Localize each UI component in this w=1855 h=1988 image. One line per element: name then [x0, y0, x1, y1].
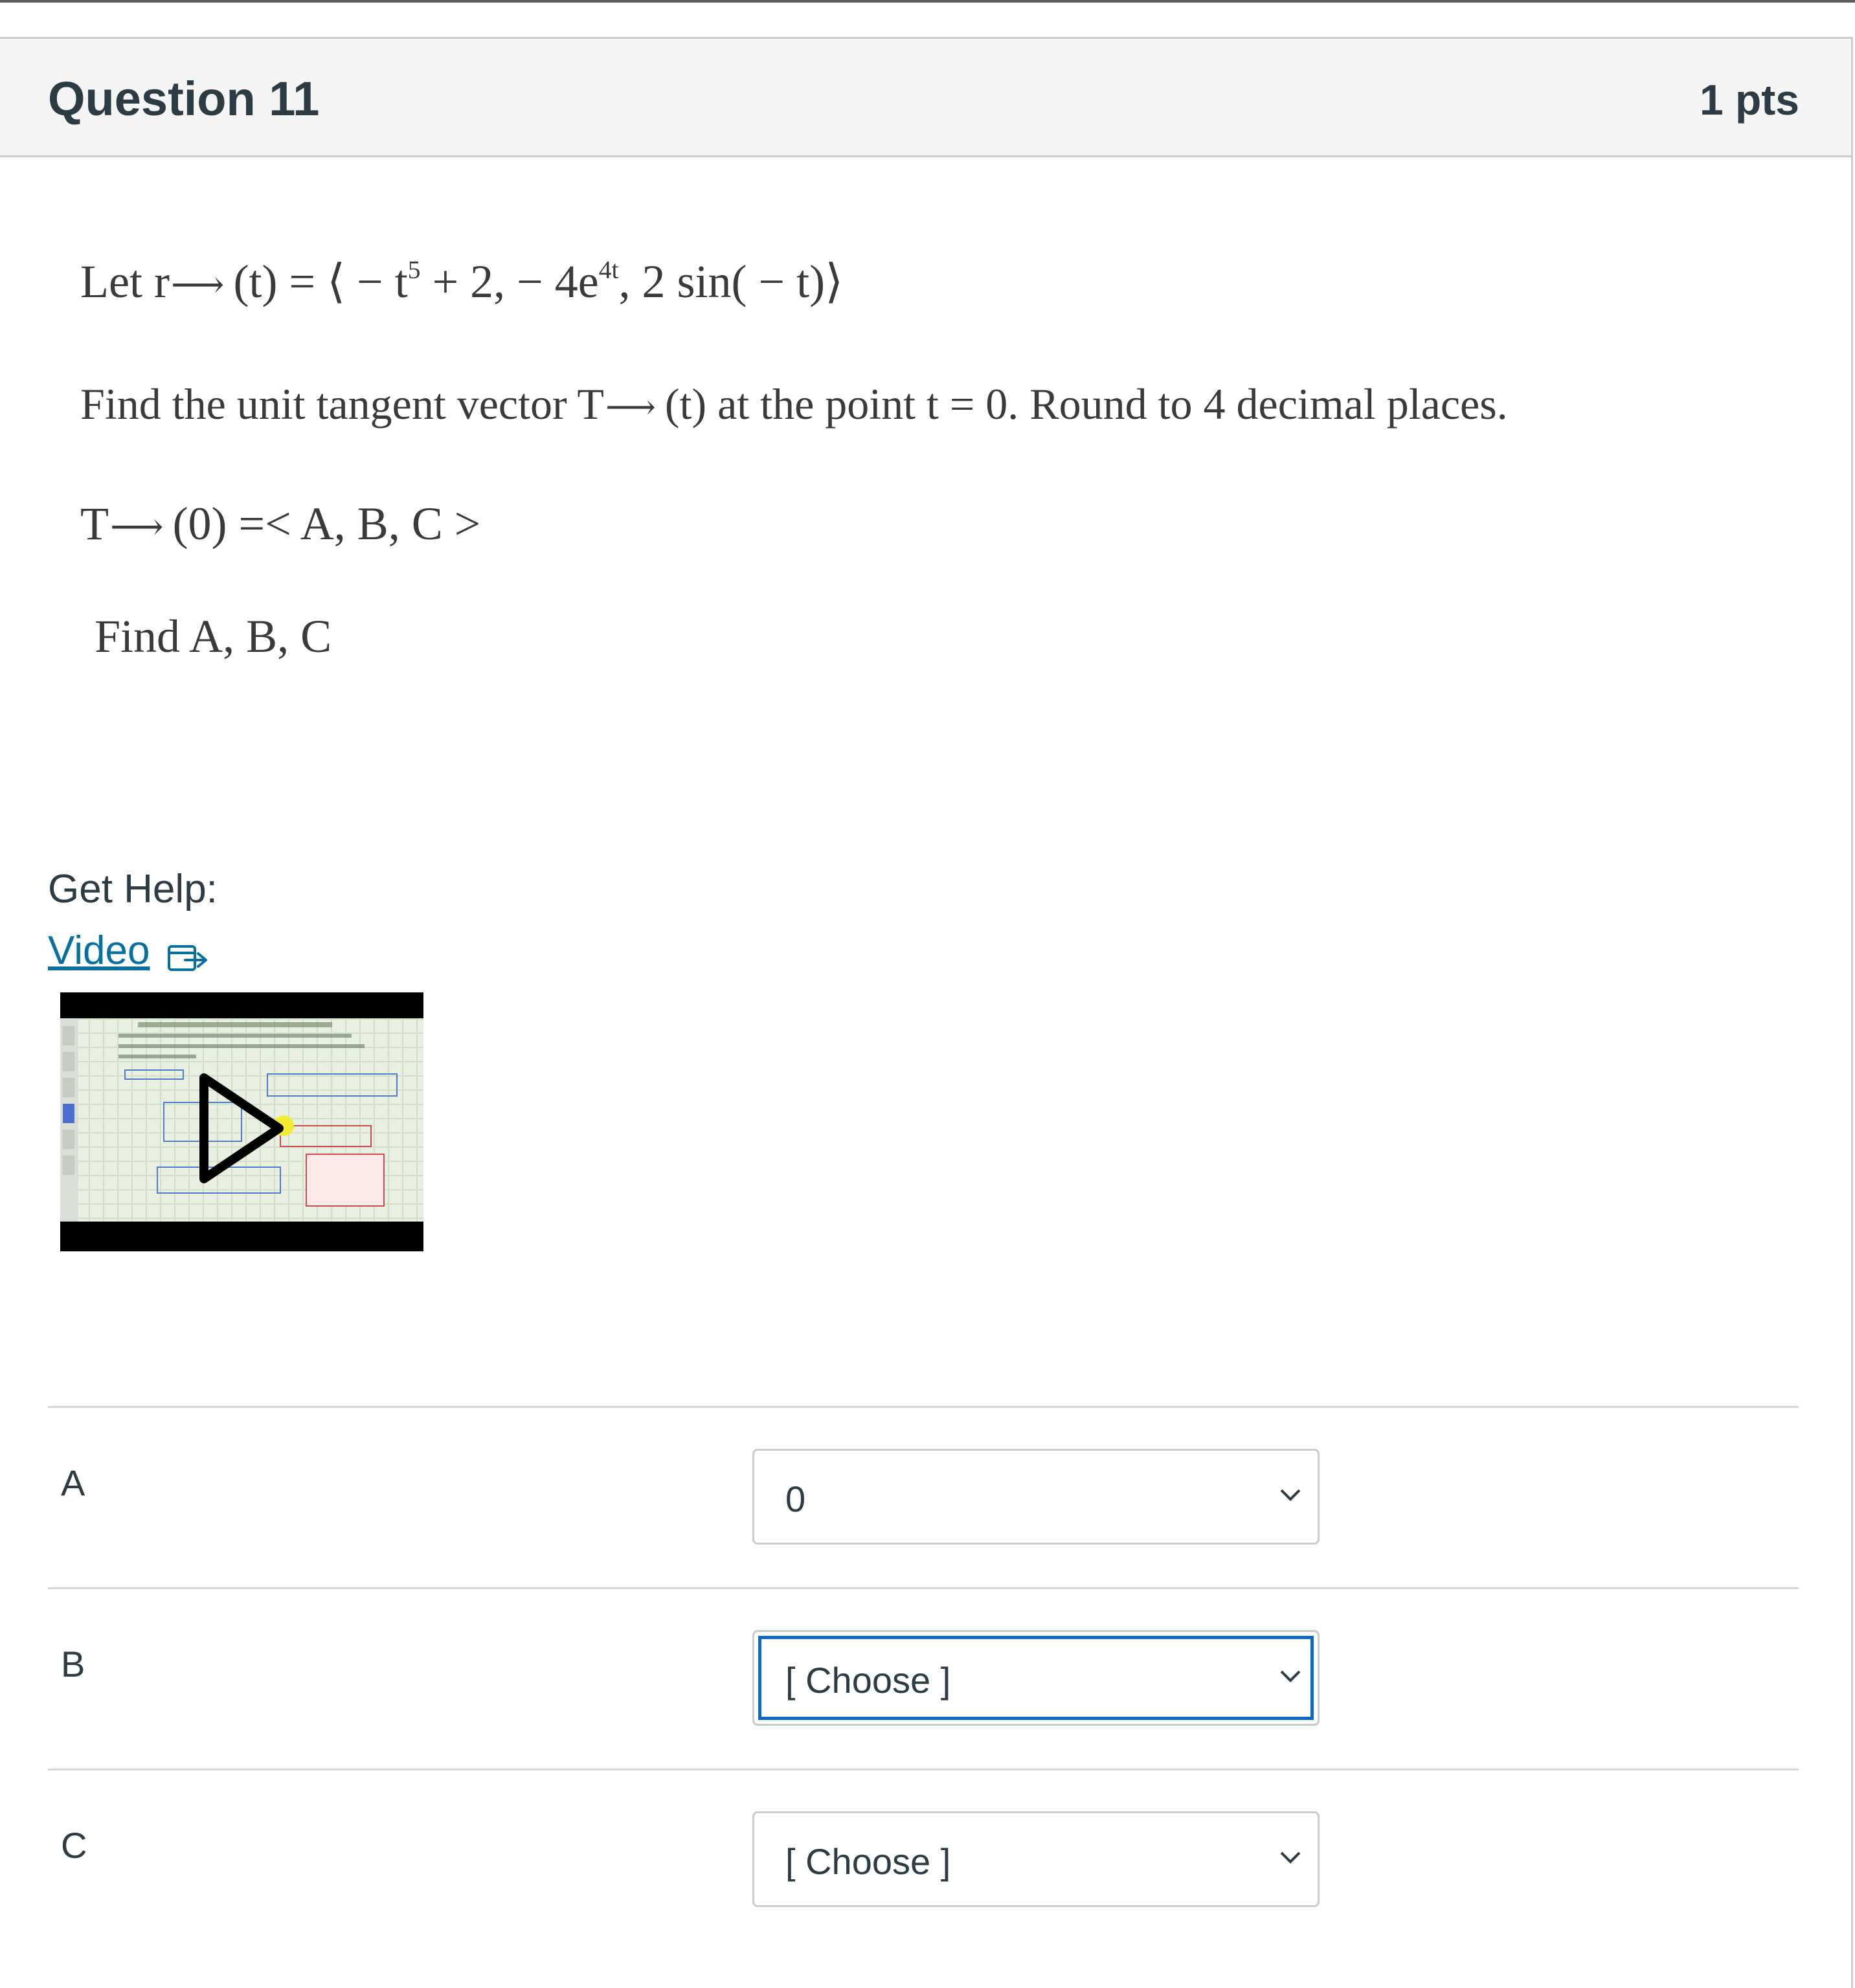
problem-instruction: Find the unit tangent vector T⟶ (t) at th…	[80, 379, 1508, 430]
selected-value: 0	[785, 1479, 806, 1519]
problem-vector-definition: Let r⟶ (t) = ⟨ − t5 + 2, − 4e4t, 2 sin( −…	[80, 254, 843, 309]
get-help-label: Get Help:	[48, 867, 218, 911]
line1-suffix: , 2 sin( − t)⟩	[618, 256, 844, 307]
top-rule	[0, 0, 1855, 3]
line1-prefix: Let r	[80, 256, 170, 307]
selected-value: [ Choose ]	[785, 1841, 951, 1882]
problem-answer-form: T⟶ (0) =< A, B, C >	[80, 497, 480, 551]
line2-suffix: (t) at the point t = 0. Round to 4 decim…	[664, 379, 1508, 429]
divider	[48, 1769, 1799, 1770]
answer-select-a[interactable]: 0	[752, 1449, 1320, 1545]
line1-mid: (t) = ⟨ − t	[233, 256, 408, 307]
chevron-down-icon	[1280, 1670, 1301, 1682]
chevron-down-icon	[1280, 1851, 1301, 1864]
line3-prefix: T	[80, 498, 109, 550]
divider	[48, 1587, 1799, 1589]
line2-prefix: Find the unit tangent vector T	[80, 379, 604, 429]
play-icon[interactable]	[196, 1070, 287, 1187]
problem-find: Find A, B, C	[95, 610, 332, 662]
exponent-4t: 4t	[598, 255, 619, 284]
answer-label-a: A	[61, 1462, 85, 1503]
vector-arrow: ⟶	[109, 507, 164, 548]
question-header: Question 11 1 pts	[0, 39, 1851, 157]
selected-value: [ Choose ]	[785, 1660, 951, 1701]
line3-suffix: (0) =< A, B, C >	[172, 498, 481, 550]
external-link-icon[interactable]	[167, 940, 210, 974]
video-link[interactable]: Video	[48, 928, 150, 974]
answer-select-b[interactable]: [ Choose ]	[752, 1630, 1320, 1726]
answer-select-c[interactable]: [ Choose ]	[752, 1811, 1320, 1907]
divider	[48, 1406, 1799, 1408]
vector-arrow: ⟶	[170, 265, 225, 306]
line1-mid2: + 2, − 4e	[420, 256, 599, 307]
video-thumbnail[interactable]	[60, 992, 423, 1251]
answer-label-c: C	[61, 1825, 87, 1866]
exponent-5: 5	[407, 255, 421, 284]
chevron-down-icon	[1280, 1489, 1301, 1501]
answer-label-b: B	[61, 1644, 85, 1684]
question-title: Question 11	[48, 72, 320, 126]
vector-arrow: ⟶	[605, 388, 656, 427]
question-points: 1 pts	[1699, 76, 1799, 124]
